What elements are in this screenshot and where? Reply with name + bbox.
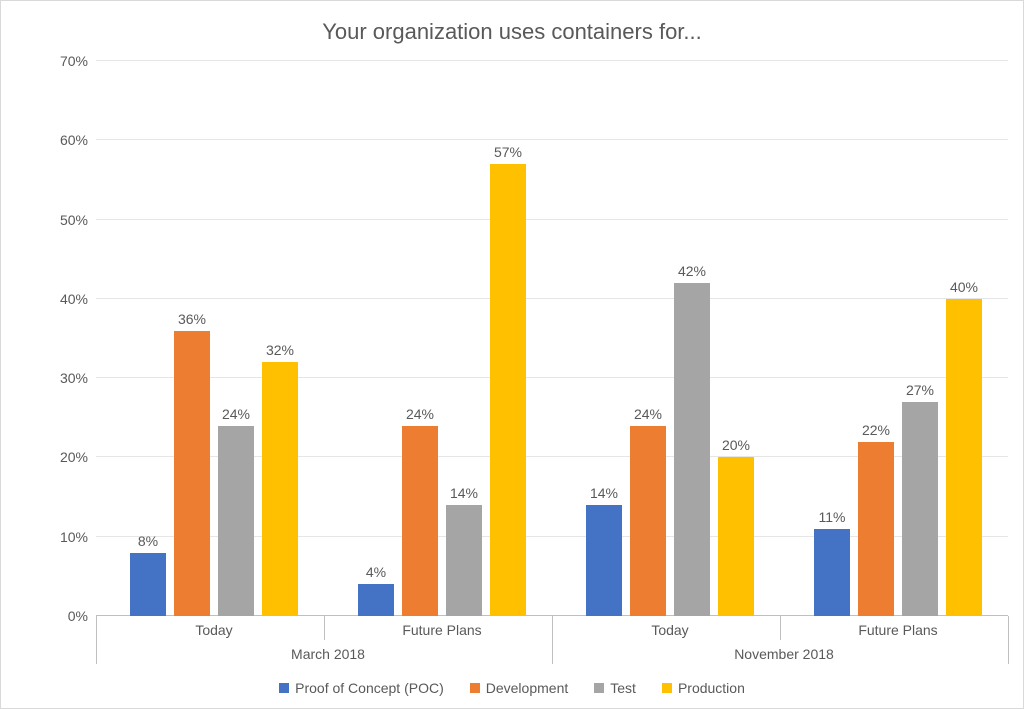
x-sub-today-1: Today: [195, 622, 232, 638]
bar-label: 11%: [819, 509, 846, 525]
bar-mar-today-prod: 32%: [262, 362, 298, 616]
bar-nov-today-test: 42%: [674, 283, 710, 616]
chart-container: Your organization uses containers for...…: [0, 0, 1024, 709]
x-sub-today-2: Today: [651, 622, 688, 638]
legend-swatch-test: [594, 683, 604, 693]
bar-mar-future-poc: 4%: [358, 584, 394, 616]
bar-label: 8%: [138, 533, 158, 549]
legend-label-dev: Development: [486, 680, 569, 696]
x-sub-future-2: Future Plans: [858, 622, 937, 638]
bar-label: 24%: [634, 406, 662, 422]
bar-nov-future-poc: 11%: [814, 529, 850, 616]
y-tick-20: 20%: [60, 449, 88, 465]
bar-label: 4%: [366, 564, 386, 580]
bar-label: 24%: [222, 406, 250, 422]
bar-label: 57%: [494, 144, 522, 160]
legend-swatch-poc: [279, 683, 289, 693]
bar-label: 40%: [950, 279, 978, 295]
bar-nov-future-dev: 22%: [858, 442, 894, 616]
y-tick-50: 50%: [60, 212, 88, 228]
y-tick-60: 60%: [60, 132, 88, 148]
bar-nov-today-dev: 24%: [630, 426, 666, 616]
legend-item-dev: Development: [470, 680, 569, 696]
bar-label: 32%: [266, 342, 294, 358]
bar-label: 24%: [406, 406, 434, 422]
bar-nov-today-prod: 20%: [718, 457, 754, 616]
bar-mar-today-poc: 8%: [130, 553, 166, 616]
legend-label-prod: Production: [678, 680, 745, 696]
bar-label: 14%: [590, 485, 618, 501]
x-main-march: March 2018: [291, 646, 365, 662]
legend-item-poc: Proof of Concept (POC): [279, 680, 444, 696]
bar-label: 20%: [722, 437, 750, 453]
y-tick-10: 10%: [60, 529, 88, 545]
bar-label: 36%: [178, 311, 206, 327]
plot-area: 70% 60% 50% 40% 30% 20% 10% 0% 8% 36% 24…: [96, 61, 1008, 616]
y-tick-70: 70%: [60, 53, 88, 69]
legend-item-prod: Production: [662, 680, 745, 696]
bar-nov-future-test: 27%: [902, 402, 938, 616]
bar-label: 27%: [906, 382, 934, 398]
legend-label-poc: Proof of Concept (POC): [295, 680, 444, 696]
bar-label: 42%: [678, 263, 706, 279]
bar-mar-future-test: 14%: [446, 505, 482, 616]
bar-mar-future-prod: 57%: [490, 164, 526, 616]
bar-label: 14%: [450, 485, 478, 501]
x-sub-future-1: Future Plans: [402, 622, 481, 638]
legend: Proof of Concept (POC) Development Test …: [1, 680, 1023, 696]
bar-mar-future-dev: 24%: [402, 426, 438, 616]
bar-mar-today-dev: 36%: [174, 331, 210, 616]
x-main-november: November 2018: [734, 646, 834, 662]
bar-label: 22%: [862, 422, 890, 438]
bar-mar-today-test: 24%: [218, 426, 254, 616]
y-tick-0: 0%: [68, 608, 88, 624]
legend-swatch-prod: [662, 683, 672, 693]
legend-swatch-dev: [470, 683, 480, 693]
legend-label-test: Test: [610, 680, 636, 696]
bar-nov-today-poc: 14%: [586, 505, 622, 616]
legend-item-test: Test: [594, 680, 636, 696]
y-tick-40: 40%: [60, 291, 88, 307]
y-tick-30: 30%: [60, 370, 88, 386]
bar-nov-future-prod: 40%: [946, 299, 982, 616]
chart-title: Your organization uses containers for...: [1, 19, 1023, 45]
